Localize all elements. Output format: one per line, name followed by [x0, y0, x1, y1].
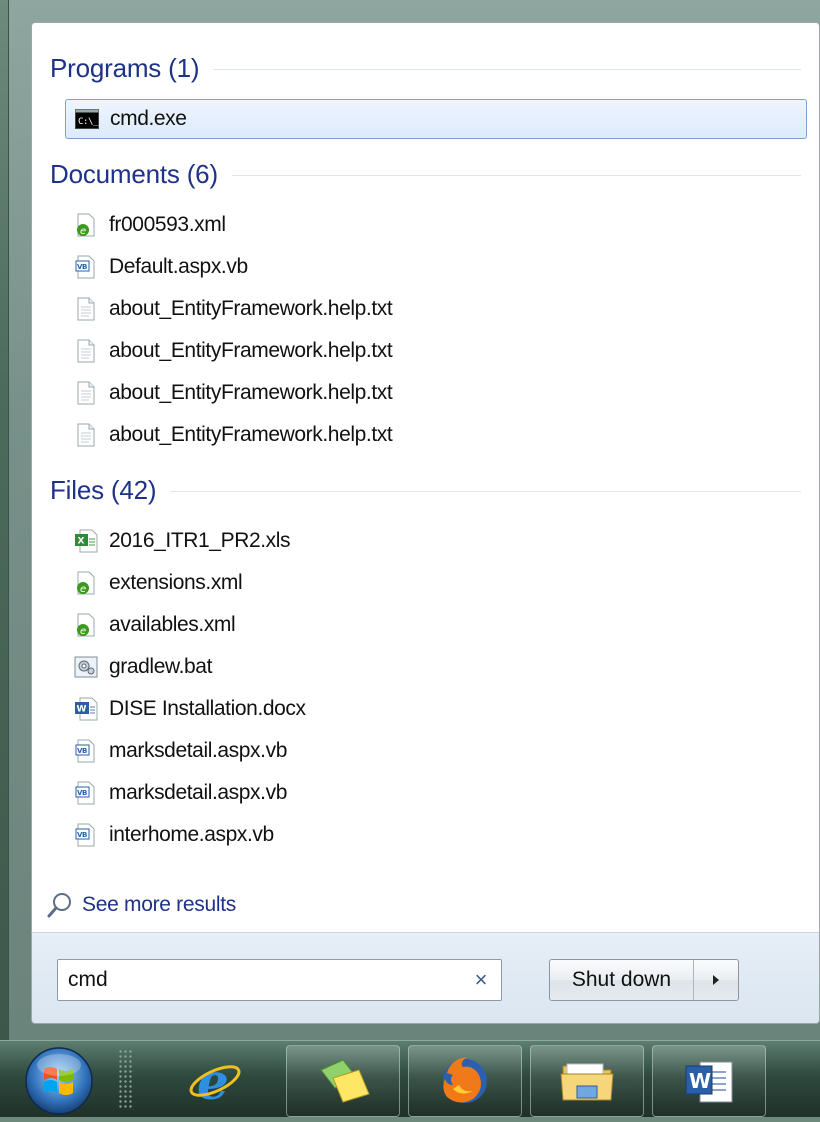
- search-input-value[interactable]: cmd: [68, 968, 461, 992]
- section-header-files[interactable]: Files (42): [50, 475, 801, 505]
- result-item-label: cmd.exe: [110, 107, 187, 130]
- result-item-label: extensions.xml: [109, 571, 243, 594]
- cmd-icon: C:\_: [75, 107, 99, 131]
- svg-text:VB: VB: [77, 789, 87, 797]
- svg-text:VB: VB: [77, 831, 87, 839]
- result-item-label: fr000593.xml: [109, 213, 226, 236]
- section-divider: [213, 68, 801, 70]
- xml-file-icon: e: [74, 571, 98, 595]
- text-file-icon: [74, 297, 98, 321]
- result-item-document[interactable]: e fr000593.xml: [65, 205, 807, 245]
- see-more-results-label: See more results: [82, 893, 236, 916]
- sticky-notes-button[interactable]: [286, 1045, 400, 1117]
- text-file-icon: [74, 339, 98, 363]
- shutdown-button[interactable]: Shut down: [550, 960, 694, 1000]
- vb-file-icon: VB: [74, 823, 98, 847]
- xml-file-icon: e: [74, 213, 98, 237]
- start-button[interactable]: [22, 1045, 96, 1117]
- result-item-file[interactable]: X 2016_ITR1_PR2.xls: [65, 521, 807, 561]
- batch-file-icon: [74, 655, 98, 679]
- section-title[interactable]: Programs (1): [50, 53, 199, 84]
- text-file-icon: [74, 423, 98, 447]
- result-item-file[interactable]: VB interhome.aspx.vb: [65, 815, 807, 855]
- chevron-right-icon: [713, 975, 719, 985]
- taskbar-grip[interactable]: [118, 1049, 134, 1109]
- result-item-document[interactable]: about_EntityFramework.help.txt: [65, 373, 807, 413]
- text-file-icon: [74, 381, 98, 405]
- result-item-label: 2016_ITR1_PR2.xls: [109, 529, 291, 552]
- result-item-file[interactable]: e availables.xml: [65, 605, 807, 645]
- svg-text:W: W: [689, 1069, 711, 1093]
- result-item-document[interactable]: about_EntityFramework.help.txt: [65, 289, 807, 329]
- search-icon: [46, 891, 74, 919]
- svg-text:e: e: [80, 626, 86, 637]
- result-item-label: about_EntityFramework.help.txt: [109, 339, 393, 362]
- svg-text:e: e: [80, 226, 86, 237]
- result-item-file[interactable]: W DISE Installation.docx: [65, 689, 807, 729]
- svg-text:X: X: [78, 537, 85, 547]
- result-item-label: gradlew.bat: [109, 655, 213, 678]
- section-title[interactable]: Files (42): [50, 475, 157, 506]
- result-item-document[interactable]: about_EntityFramework.help.txt: [65, 415, 807, 455]
- svg-text:e: e: [80, 584, 86, 595]
- taskbar: e W: [0, 1040, 820, 1117]
- word-file-icon: W: [74, 697, 98, 721]
- result-item-label: DISE Installation.docx: [109, 697, 306, 720]
- vb-file-icon: VB: [74, 739, 98, 763]
- result-item-label: marksdetail.aspx.vb: [109, 781, 287, 804]
- vb-file-icon: VB: [74, 255, 98, 279]
- result-item-document[interactable]: about_EntityFramework.help.txt: [65, 331, 807, 371]
- section-header-programs[interactable]: Programs (1): [50, 53, 801, 83]
- svg-text:W: W: [77, 705, 87, 715]
- svg-text:C:\_: C:\_: [78, 117, 99, 127]
- word-icon: W: [685, 1061, 733, 1103]
- search-results-panel: Programs (1) C:\_ cmd.exe Documents (6) …: [31, 22, 820, 932]
- see-more-results-link[interactable]: See more results: [46, 889, 236, 921]
- search-input[interactable]: cmd ×: [57, 959, 502, 1001]
- internet-explorer-icon: e: [189, 1053, 241, 1109]
- result-item-cmd[interactable]: C:\_ cmd.exe: [65, 99, 807, 139]
- svg-text:VB: VB: [77, 263, 87, 271]
- result-item-label: Default.aspx.vb: [109, 255, 248, 278]
- internet-explorer-button[interactable]: e: [158, 1045, 272, 1117]
- result-item-label: interhome.aspx.vb: [109, 823, 274, 846]
- result-item-label: about_EntityFramework.help.txt: [109, 381, 393, 404]
- section-divider: [170, 490, 801, 492]
- result-item-file[interactable]: VB marksdetail.aspx.vb: [65, 773, 807, 813]
- firefox-icon: [443, 1057, 487, 1103]
- vb-file-icon: VB: [74, 781, 98, 805]
- svg-text:e: e: [197, 1053, 229, 1109]
- excel-file-icon: X: [74, 529, 98, 553]
- microsoft-word-button[interactable]: W: [652, 1045, 766, 1117]
- result-item-label: about_EntityFramework.help.txt: [109, 423, 393, 446]
- section-header-documents[interactable]: Documents (6): [50, 159, 801, 189]
- folder-icon: [560, 1063, 614, 1101]
- shutdown-split-button: Shut down: [549, 959, 739, 1001]
- result-item-label: about_EntityFramework.help.txt: [109, 297, 393, 320]
- result-item-document[interactable]: VB Default.aspx.vb: [65, 247, 807, 287]
- result-item-file[interactable]: gradlew.bat: [65, 647, 807, 687]
- start-menu: Programs (1) C:\_ cmd.exe Documents (6) …: [8, 0, 820, 1040]
- sticky-notes-icon: [320, 1059, 370, 1103]
- clear-search-icon[interactable]: ×: [461, 967, 501, 993]
- svg-text:VB: VB: [77, 747, 87, 755]
- shutdown-options-button[interactable]: [694, 960, 738, 1000]
- result-item-label: marksdetail.aspx.vb: [109, 739, 287, 762]
- xml-file-icon: e: [74, 613, 98, 637]
- section-title[interactable]: Documents (6): [50, 159, 218, 190]
- search-panel: cmd × Shut down: [31, 932, 820, 1024]
- result-item-file[interactable]: e extensions.xml: [65, 563, 807, 603]
- firefox-button[interactable]: [408, 1045, 522, 1117]
- windows-orb-icon: [25, 1047, 93, 1115]
- section-divider: [231, 174, 801, 176]
- result-item-file[interactable]: VB marksdetail.aspx.vb: [65, 731, 807, 771]
- file-explorer-button[interactable]: [530, 1045, 644, 1117]
- result-item-label: availables.xml: [109, 613, 236, 636]
